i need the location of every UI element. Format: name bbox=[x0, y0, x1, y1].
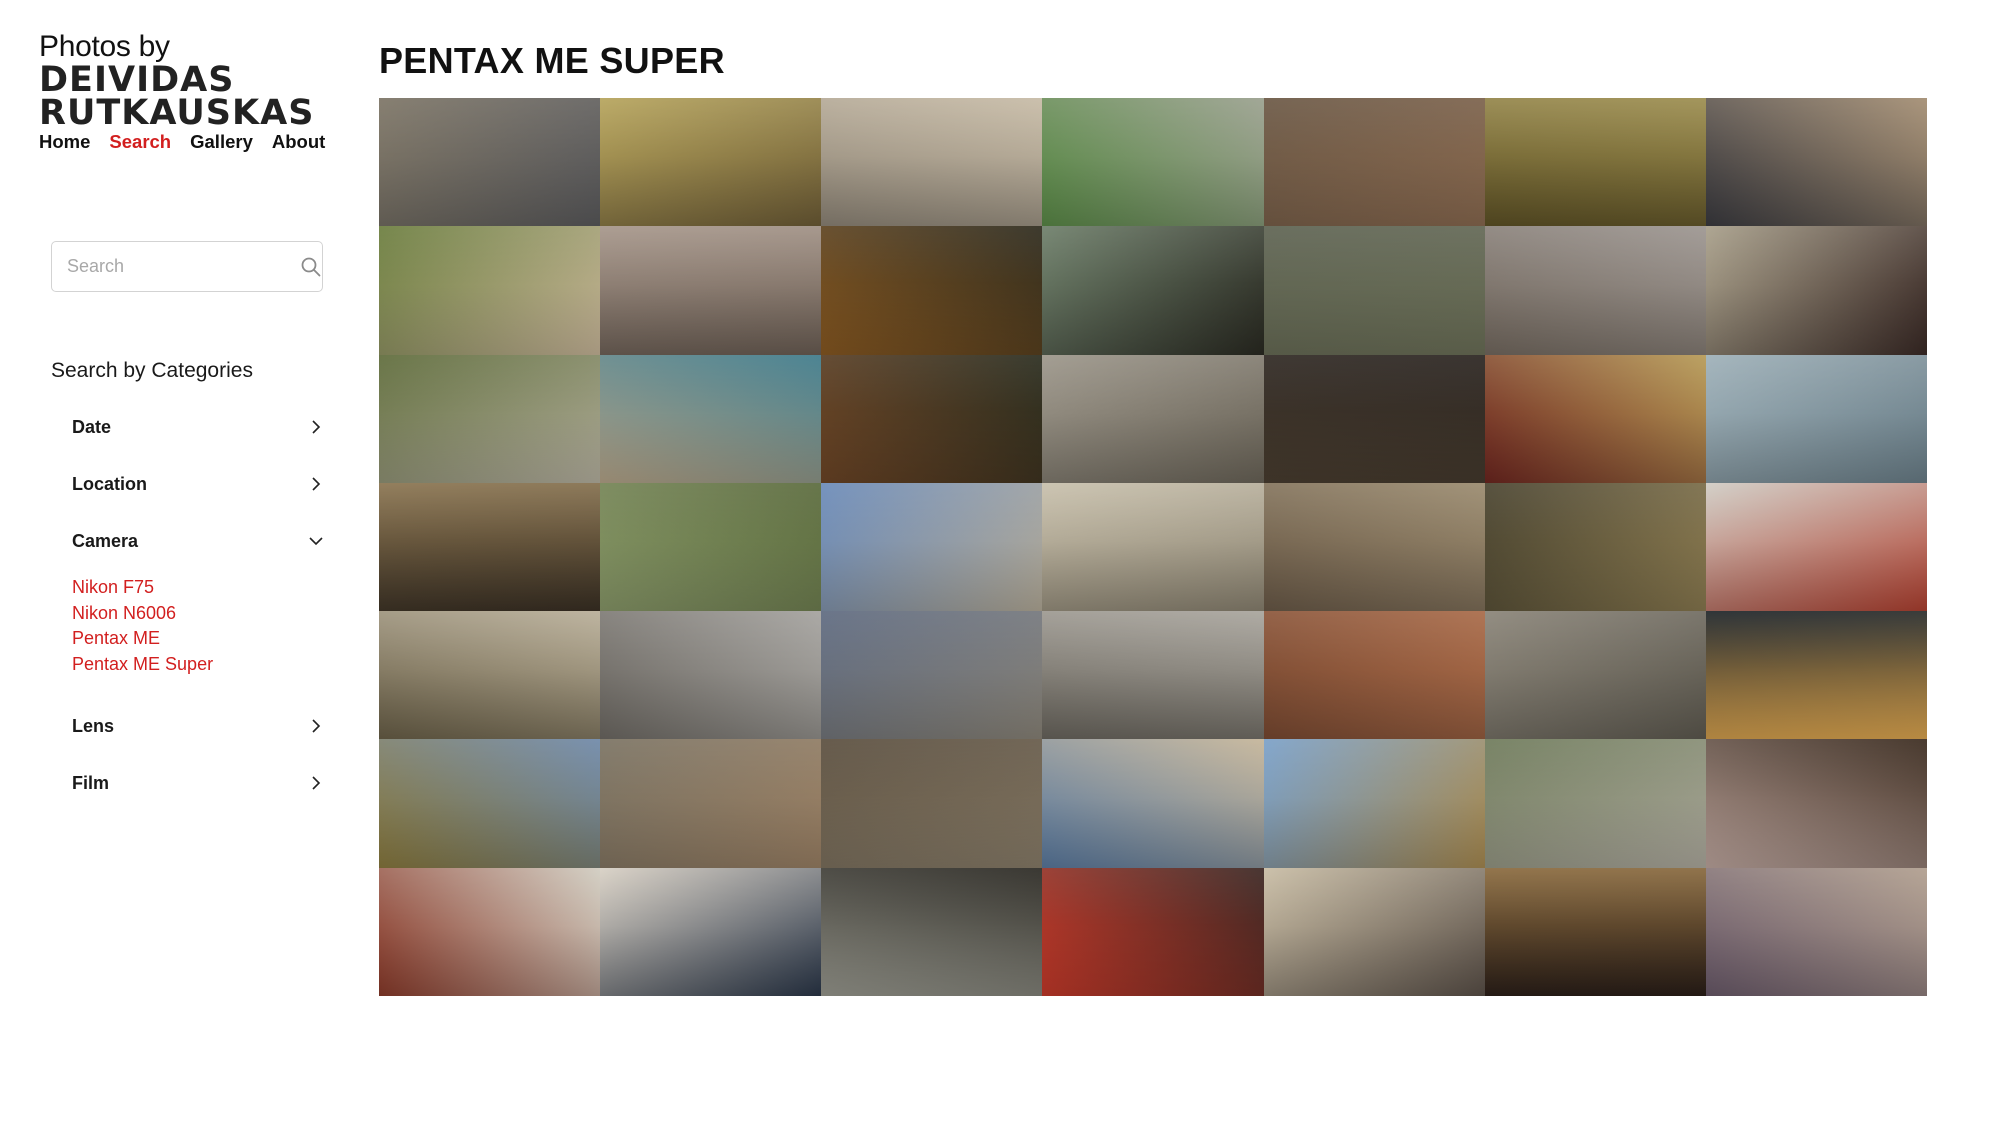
camera-option-pentax-me[interactable]: Pentax ME bbox=[72, 626, 213, 652]
photo-thumbnail[interactable] bbox=[379, 482, 601, 612]
photo-thumbnail[interactable] bbox=[1263, 482, 1485, 612]
photo-thumbnail[interactable] bbox=[821, 226, 1043, 355]
site-brand[interactable]: Photos by DEIVIDAS RUTKAUSKAS bbox=[39, 30, 315, 133]
nav-gallery[interactable]: Gallery bbox=[190, 131, 253, 153]
photo-thumbnail[interactable] bbox=[600, 482, 822, 612]
brand-subtitle: Photos by bbox=[39, 30, 170, 63]
photo-thumbnail[interactable] bbox=[600, 98, 822, 227]
search-icon[interactable] bbox=[299, 255, 323, 279]
main-nav: Home Search Gallery About bbox=[39, 131, 325, 153]
photo-thumbnail[interactable] bbox=[600, 739, 822, 868]
photo-thumbnail[interactable] bbox=[1705, 739, 1927, 868]
photo-thumbnail[interactable] bbox=[1705, 482, 1927, 612]
photo-thumbnail[interactable] bbox=[821, 739, 1043, 868]
photo-thumbnail[interactable] bbox=[379, 867, 601, 996]
photo-thumbnail[interactable] bbox=[379, 354, 601, 483]
camera-options: Nikon F75 Nikon N6006 Pentax ME Pentax M… bbox=[72, 575, 213, 677]
photo-thumbnail[interactable] bbox=[1263, 354, 1485, 483]
camera-option-nikon-n6006[interactable]: Nikon N6006 bbox=[72, 601, 213, 627]
photo-thumbnail[interactable] bbox=[1042, 867, 1264, 996]
photo-thumbnail[interactable] bbox=[1042, 739, 1264, 868]
photo-thumbnail[interactable] bbox=[1484, 611, 1706, 740]
photo-thumbnail[interactable] bbox=[600, 226, 822, 355]
photo-thumbnail[interactable] bbox=[1484, 98, 1706, 227]
page-title: PENTAX ME SUPER bbox=[379, 40, 725, 81]
photo-thumbnail[interactable] bbox=[1705, 611, 1927, 740]
camera-option-nikon-f75[interactable]: Nikon F75 bbox=[72, 575, 213, 601]
nav-home[interactable]: Home bbox=[39, 131, 90, 153]
photo-thumbnail[interactable] bbox=[821, 611, 1043, 740]
photo-thumbnail[interactable] bbox=[1263, 226, 1485, 355]
photo-thumbnail[interactable] bbox=[600, 867, 822, 996]
category-film[interactable]: Film bbox=[72, 768, 324, 798]
nav-about[interactable]: About bbox=[272, 131, 325, 153]
categories-heading: Search by Categories bbox=[51, 359, 253, 382]
photo-thumbnail[interactable] bbox=[1484, 867, 1706, 996]
photo-thumbnail[interactable] bbox=[1263, 98, 1485, 227]
photo-thumbnail[interactable] bbox=[379, 226, 601, 355]
photo-thumbnail[interactable] bbox=[1042, 611, 1264, 740]
chevron-right-icon bbox=[308, 775, 324, 791]
camera-option-pentax-me-super[interactable]: Pentax ME Super bbox=[72, 652, 213, 678]
photo-thumbnail[interactable] bbox=[1042, 354, 1264, 483]
category-date[interactable]: Date bbox=[72, 412, 324, 442]
photo-thumbnail[interactable] bbox=[1263, 611, 1485, 740]
photo-thumbnail[interactable] bbox=[1705, 867, 1927, 996]
search-input[interactable] bbox=[52, 242, 299, 291]
photo-thumbnail[interactable] bbox=[1705, 354, 1927, 483]
category-label: Camera bbox=[72, 530, 139, 551]
category-lens[interactable]: Lens bbox=[72, 711, 324, 741]
photo-thumbnail[interactable] bbox=[1263, 739, 1485, 868]
category-label: Date bbox=[72, 416, 112, 437]
photo-thumbnail[interactable] bbox=[379, 611, 601, 740]
chevron-down-icon bbox=[308, 533, 324, 549]
photo-thumbnail[interactable] bbox=[821, 98, 1043, 227]
photo-thumbnail[interactable] bbox=[600, 354, 822, 483]
category-label: Film bbox=[72, 772, 110, 793]
photo-thumbnail[interactable] bbox=[821, 354, 1043, 483]
photo-thumbnail[interactable] bbox=[1705, 98, 1927, 227]
photo-thumbnail[interactable] bbox=[1263, 867, 1485, 996]
chevron-right-icon bbox=[308, 476, 324, 492]
photo-grid bbox=[379, 98, 1927, 996]
nav-search[interactable]: Search bbox=[109, 131, 171, 153]
brand-last-name: RUTKAUSKAS bbox=[39, 93, 315, 133]
chevron-right-icon bbox=[308, 419, 324, 435]
photo-thumbnail[interactable] bbox=[1705, 226, 1927, 355]
photo-thumbnail[interactable] bbox=[1042, 482, 1264, 612]
category-location[interactable]: Location bbox=[72, 469, 324, 499]
photo-thumbnail[interactable] bbox=[600, 611, 822, 740]
category-camera[interactable]: Camera bbox=[72, 526, 324, 556]
search-box bbox=[51, 241, 323, 292]
photo-thumbnail[interactable] bbox=[379, 739, 601, 868]
category-label: Lens bbox=[72, 715, 115, 736]
photo-thumbnail[interactable] bbox=[821, 482, 1043, 612]
photo-thumbnail[interactable] bbox=[379, 98, 601, 227]
photo-thumbnail[interactable] bbox=[1042, 226, 1264, 355]
photo-thumbnail[interactable] bbox=[1484, 739, 1706, 868]
category-label: Location bbox=[72, 473, 147, 494]
photo-thumbnail[interactable] bbox=[1484, 226, 1706, 355]
photo-thumbnail[interactable] bbox=[821, 867, 1043, 996]
chevron-right-icon bbox=[308, 718, 324, 734]
photo-thumbnail[interactable] bbox=[1484, 482, 1706, 612]
photo-thumbnail[interactable] bbox=[1484, 354, 1706, 483]
photo-thumbnail[interactable] bbox=[1042, 98, 1264, 227]
